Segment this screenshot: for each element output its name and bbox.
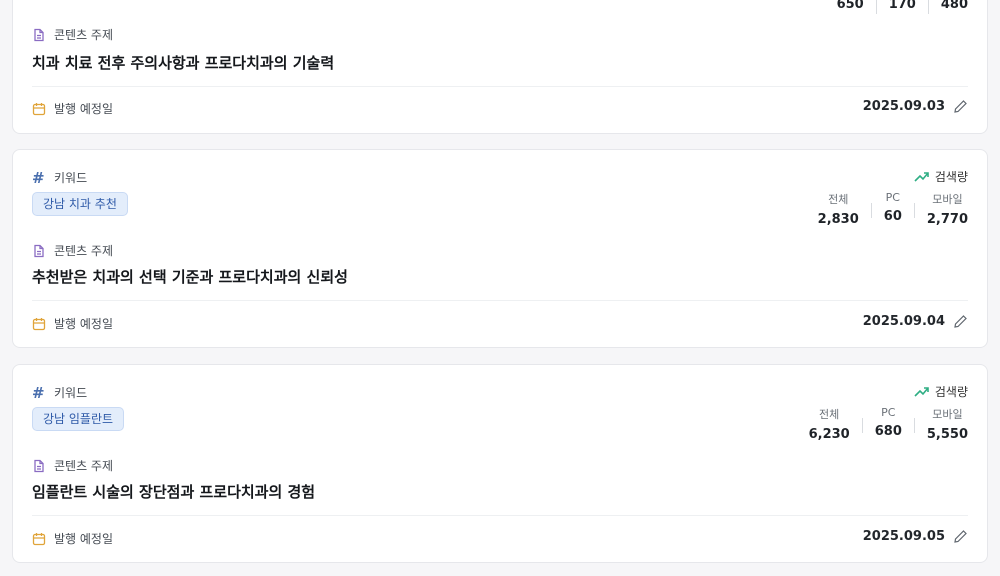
keyword-tag[interactable]: 강남 치과 추천	[32, 192, 128, 216]
stat-mobile-value: 5,550	[926, 427, 968, 442]
publish-label-row: 발행 예정일	[32, 530, 113, 547]
keyword-label-row: # 키워드	[32, 169, 87, 186]
search-volume-stats: 전체 6,230 PC 680 모바일 5,550	[797, 406, 968, 442]
publish-label-row: 발행 예정일	[32, 315, 113, 332]
calendar-icon	[32, 102, 46, 116]
publish-label-row: 발행 예정일	[32, 100, 113, 117]
topic-label: 콘텐츠 주제	[54, 459, 114, 473]
publish-date-row: 2025.09.05	[863, 529, 968, 544]
divider	[32, 515, 968, 516]
publish-date-row: 2025.09.03	[863, 99, 968, 114]
keyword-tag[interactable]: 강남 임플란트	[32, 407, 125, 431]
publish-date: 2025.09.04	[862, 314, 945, 329]
document-icon	[32, 244, 46, 258]
stat-total: 전체 2,830	[806, 191, 859, 227]
content-card: # 키워드 강남 임플란트 검색량 전체 6,230 PC 680 모바일 5,…	[12, 364, 988, 563]
topic-title: 임플란트 시술의 장단점과 프로다치과의 경험	[32, 483, 316, 501]
stat-mobile-value: 2,770	[926, 212, 968, 227]
stat-pc-label: PC	[885, 191, 900, 204]
stat-pc: PC 680	[863, 406, 902, 439]
stat-pc: 170	[877, 0, 916, 12]
keyword-label: 키워드	[54, 386, 88, 400]
stat-mobile: 480	[929, 0, 968, 12]
publish-date: 2025.09.03	[862, 99, 945, 114]
trending-up-icon	[914, 171, 929, 182]
search-volume-stats: 650 170 480	[825, 0, 968, 14]
topic-label-row: 콘텐츠 주제	[32, 26, 113, 43]
hash-icon: #	[32, 383, 45, 402]
search-volume-header: 검색량	[914, 168, 968, 185]
search-volume-label: 검색량	[934, 170, 968, 184]
search-volume-label: 검색량	[934, 385, 968, 399]
stat-total: 전체 6,230	[797, 406, 850, 442]
calendar-icon	[32, 532, 46, 546]
stat-pc-label: PC	[881, 406, 896, 419]
hash-icon: #	[32, 168, 45, 187]
topic-label-row: 콘텐츠 주제	[32, 242, 113, 259]
stat-pc-value: 680	[874, 424, 902, 439]
stat-pc: PC 60	[872, 191, 902, 224]
calendar-icon	[32, 317, 46, 331]
search-volume-stats: 전체 2,830 PC 60 모바일 2,770	[806, 191, 968, 227]
keyword-label: 키워드	[54, 171, 88, 185]
stat-total-value: 650	[836, 0, 864, 12]
topic-title: 치과 치료 전후 주의사항과 프로다치과의 기술력	[32, 54, 335, 72]
stat-total-label: 전체	[819, 408, 840, 421]
publish-label: 발행 예정일	[54, 102, 114, 116]
topic-label: 콘텐츠 주제	[54, 28, 114, 42]
stat-mobile-label: 모바일	[932, 193, 963, 206]
content-schedule-list: 650 170 480 콘텐츠 주제 치과 치료 전후 주의사항과 프로다치과의…	[0, 0, 1000, 576]
stat-total-value: 2,830	[817, 212, 859, 227]
stat-total-value: 6,230	[808, 427, 850, 442]
stat-pc-value: 60	[883, 209, 902, 224]
content-card: 650 170 480 콘텐츠 주제 치과 치료 전후 주의사항과 프로다치과의…	[12, 0, 988, 134]
document-icon	[32, 459, 46, 473]
divider	[32, 300, 968, 301]
publish-date-row: 2025.09.04	[863, 314, 968, 329]
stat-pc-value: 170	[888, 0, 916, 12]
keyword-label-row: # 키워드	[32, 384, 87, 401]
edit-pencil-icon[interactable]	[953, 314, 968, 329]
stat-total-label: 전체	[828, 193, 849, 206]
publish-date: 2025.09.05	[862, 529, 945, 544]
topic-title: 추천받은 치과의 선택 기준과 프로다치과의 신뢰성	[32, 268, 348, 286]
stat-mobile-label: 모바일	[932, 408, 963, 421]
search-volume-header: 검색량	[914, 383, 968, 400]
publish-label: 발행 예정일	[54, 317, 114, 331]
topic-label-row: 콘텐츠 주제	[32, 457, 113, 474]
stat-mobile: 모바일 5,550	[915, 406, 968, 442]
document-icon	[32, 28, 46, 42]
trending-up-icon	[914, 386, 929, 397]
stat-total: 650	[825, 0, 864, 12]
stat-mobile-value: 480	[940, 0, 968, 12]
topic-label: 콘텐츠 주제	[54, 244, 114, 258]
content-card: # 키워드 강남 치과 추천 검색량 전체 2,830 PC 60 모바일 2,…	[12, 149, 988, 348]
publish-label: 발행 예정일	[54, 532, 114, 546]
divider	[32, 86, 968, 87]
edit-pencil-icon[interactable]	[953, 99, 968, 114]
edit-pencil-icon[interactable]	[953, 529, 968, 544]
stat-mobile: 모바일 2,770	[915, 191, 968, 227]
